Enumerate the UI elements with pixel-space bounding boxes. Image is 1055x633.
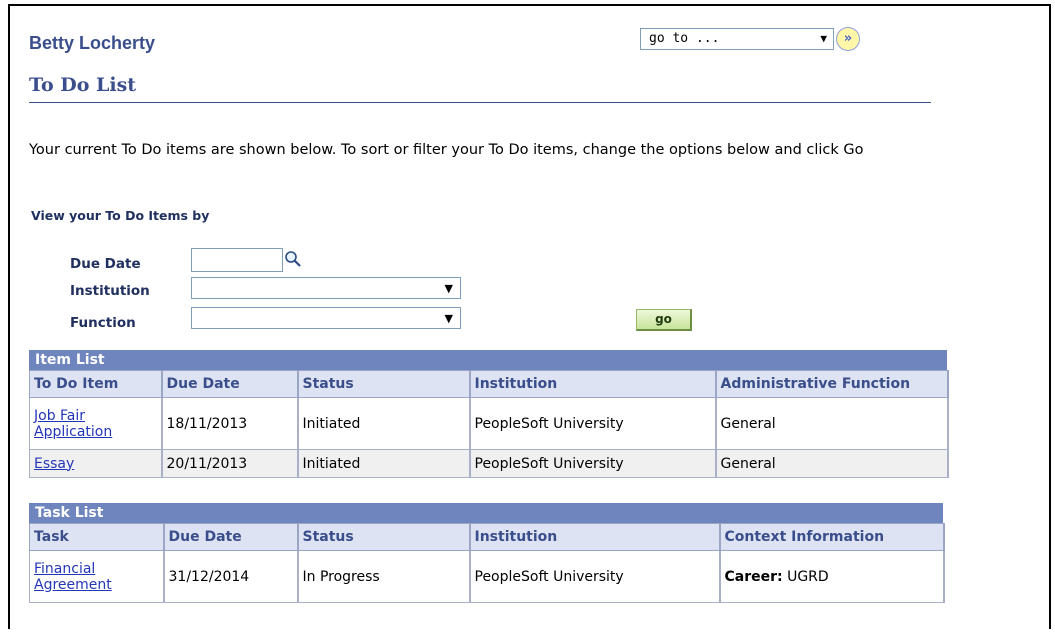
- institution-cell: PeopleSoft University: [469, 449, 717, 478]
- context-key: Career:: [724, 568, 783, 585]
- column-header: Status: [297, 370, 471, 398]
- due-date-cell: 20/11/2013: [161, 449, 299, 478]
- search-icon[interactable]: [284, 250, 302, 268]
- page-title: To Do List: [29, 74, 137, 96]
- column-header: Administrative Function: [715, 370, 949, 398]
- task-list-panel: Task List Task Due Date Status Instituti…: [29, 503, 945, 603]
- intro-text: Your current To Do items are shown below…: [29, 142, 864, 158]
- title-divider: [29, 102, 931, 103]
- item-link[interactable]: Job Fair Application: [34, 408, 112, 440]
- dropdown-arrow-icon: ▼: [444, 282, 453, 295]
- column-header: To Do Item: [29, 370, 163, 398]
- column-header: Context Information: [719, 523, 945, 551]
- function-cell: General: [715, 449, 949, 478]
- context-cell: Career: UGRD: [719, 550, 945, 603]
- task-list-table: Task Due Date Status Institution Context…: [29, 523, 945, 603]
- column-header: Institution: [469, 523, 721, 551]
- table-row: Financial Agreement 31/12/2014 In Progre…: [29, 550, 945, 603]
- status-cell: Initiated: [297, 397, 471, 450]
- column-header: Institution: [469, 370, 717, 398]
- function-select[interactable]: ▼: [191, 307, 461, 329]
- double-chevron-right-icon: »: [843, 31, 853, 46]
- dropdown-arrow-icon: ▼: [444, 312, 453, 325]
- goto-button[interactable]: »: [836, 27, 860, 51]
- function-label: Function: [70, 315, 136, 331]
- table-header-row: To Do Item Due Date Status Institution A…: [29, 370, 949, 398]
- table-header-row: Task Due Date Status Institution Context…: [29, 523, 945, 551]
- column-header: Status: [297, 523, 471, 551]
- institution-cell: PeopleSoft University: [469, 550, 721, 603]
- institution-select[interactable]: ▼: [191, 277, 461, 299]
- goto-select-value: go to ...: [649, 31, 720, 46]
- status-cell: In Progress: [297, 550, 471, 603]
- context-value: UGRD: [787, 568, 829, 585]
- column-header: Due Date: [161, 370, 299, 398]
- status-cell: Initiated: [297, 449, 471, 478]
- due-date-label: Due Date: [70, 256, 141, 272]
- table-row: Essay 20/11/2013 Initiated PeopleSoft Un…: [29, 449, 949, 478]
- column-header: Task: [29, 523, 165, 551]
- institution-label: Institution: [70, 283, 150, 299]
- due-date-field[interactable]: [191, 248, 283, 272]
- due-date-cell: 31/12/2014: [163, 550, 299, 603]
- item-list-title: Item List: [29, 350, 947, 370]
- user-name: Betty Locherty: [29, 33, 156, 53]
- task-list-title: Task List: [29, 503, 943, 523]
- dropdown-arrow-icon: ▼: [820, 32, 827, 45]
- item-list-table: To Do Item Due Date Status Institution A…: [29, 370, 949, 478]
- column-header: Due Date: [163, 523, 299, 551]
- item-list-panel: Item List To Do Item Due Date Status Ins…: [29, 350, 949, 478]
- function-cell: General: [715, 397, 949, 450]
- table-row: Job Fair Application 18/11/2013 Initiate…: [29, 397, 949, 450]
- due-date-cell: 18/11/2013: [161, 397, 299, 450]
- filter-heading: View your To Do Items by: [31, 208, 210, 223]
- task-link[interactable]: Financial Agreement: [34, 561, 112, 593]
- item-link[interactable]: Essay: [34, 456, 74, 472]
- institution-cell: PeopleSoft University: [469, 397, 717, 450]
- go-button[interactable]: go: [636, 309, 692, 331]
- goto-select[interactable]: go to ... ▼: [640, 28, 834, 50]
